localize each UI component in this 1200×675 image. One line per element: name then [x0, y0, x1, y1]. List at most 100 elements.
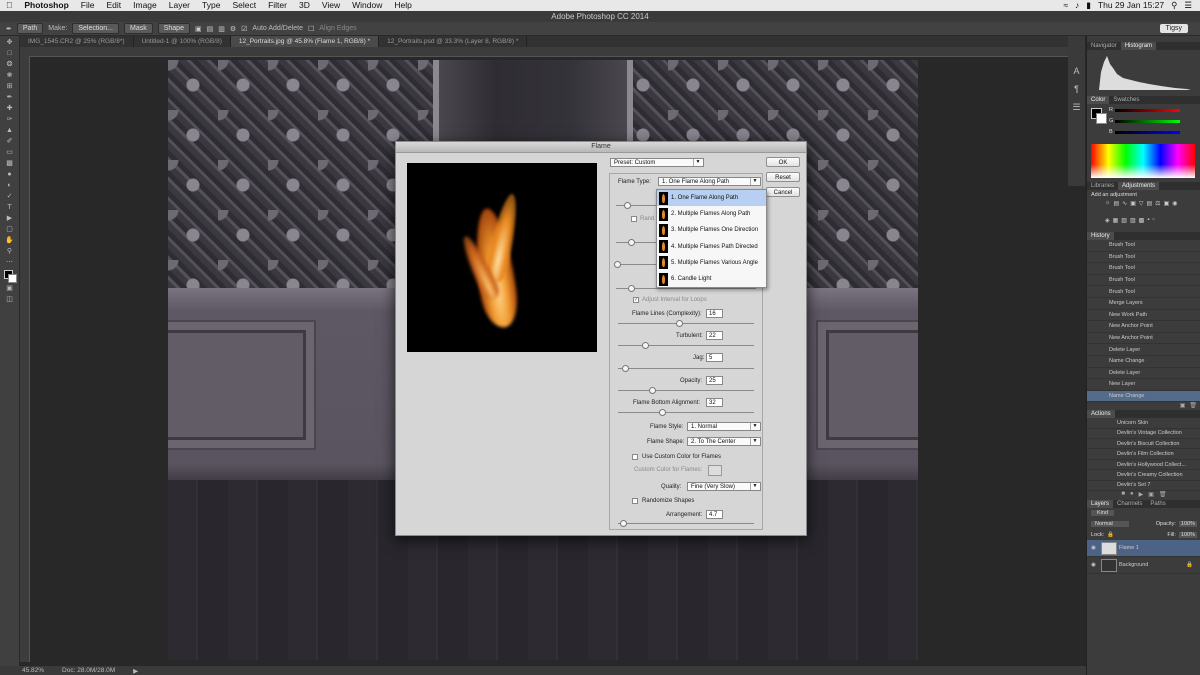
jag-field[interactable]: 5: [706, 353, 723, 362]
search-icon[interactable]: ⚲: [1171, 0, 1177, 11]
quality-select[interactable]: Fine (Very Slow) ▼: [687, 482, 761, 491]
clone-stamp-tool-icon[interactable]: ▲: [4, 127, 15, 135]
history-item[interactable]: Brush Tool: [1087, 240, 1200, 252]
tab-libraries[interactable]: Libraries: [1087, 182, 1118, 190]
align-edges-checkbox[interactable]: ☐: [308, 25, 314, 33]
slider-thumb[interactable]: [628, 285, 635, 292]
tab-histogram[interactable]: Histogram: [1120, 42, 1157, 50]
opacity-slider[interactable]: [618, 387, 754, 394]
tab-history[interactable]: History: [1087, 232, 1114, 240]
blend-mode-select[interactable]: Normal: [1091, 520, 1129, 527]
tab-navigator[interactable]: Navigator: [1087, 42, 1121, 50]
clock[interactable]: Thu 29 Jan 15:27: [1098, 0, 1164, 11]
channel-mixer-icon[interactable]: ◈: [1105, 217, 1110, 231]
custom-color-swatch[interactable]: [708, 465, 722, 476]
move-tool-icon[interactable]: ✥: [4, 39, 15, 47]
color-spectrum[interactable]: [1091, 144, 1195, 178]
history-brush-tool-icon[interactable]: ✐: [4, 138, 15, 146]
preset-select[interactable]: Preset: Custom ▼: [610, 158, 704, 167]
flame-shape-select[interactable]: 2. To The Center ▼: [687, 437, 761, 446]
pen-tool-icon[interactable]: ✒: [6, 25, 12, 33]
bottom-alignment-slider-thumb[interactable]: [658, 409, 666, 416]
make-selection-button[interactable]: Selection...: [72, 23, 119, 34]
marquee-tool-icon[interactable]: □: [4, 50, 15, 58]
history-item[interactable]: Brush Tool: [1087, 275, 1200, 287]
lasso-tool-icon[interactable]: ❂: [4, 61, 15, 69]
kind-filter-select[interactable]: Kind: [1091, 510, 1115, 517]
status-arrow-icon[interactable]: ▶: [133, 667, 138, 675]
color-balance-icon[interactable]: ⚖: [1155, 200, 1160, 214]
doc-tab[interactable]: IMG_1545.CR2 @ 25% (RGB/8*): [20, 36, 134, 47]
doc-tab-active[interactable]: 12_Portraits.jpg @ 45.8% (Flame 1, RGB/8…: [230, 36, 380, 47]
menu-layer[interactable]: Layer: [163, 0, 196, 11]
history-item[interactable]: Delete Layer: [1087, 368, 1200, 380]
history-item[interactable]: Brush Tool: [1087, 286, 1200, 298]
layer-row-background[interactable]: ◉ Background 🔒: [1087, 557, 1200, 575]
menu-view[interactable]: View: [316, 0, 346, 11]
color-lookup-icon[interactable]: ▦: [1113, 217, 1119, 231]
flame-type-option[interactable]: 6. Candle Light: [657, 271, 766, 287]
menu-file[interactable]: File: [75, 0, 101, 11]
tab-adjustments[interactable]: Adjustments: [1118, 182, 1160, 190]
auto-add-delete-checkbox[interactable]: ☑: [241, 25, 247, 33]
apple-icon[interactable]: : [0, 0, 18, 11]
crop-tool-icon[interactable]: ⊞: [4, 83, 15, 91]
slider-thumb[interactable]: [624, 202, 631, 209]
history-item[interactable]: Brush Tool: [1087, 252, 1200, 264]
flame-type-option[interactable]: 5. Multiple Flames Various Angle: [657, 255, 766, 271]
slider-thumb[interactable]: [628, 239, 635, 246]
hidden-slider[interactable]: [616, 202, 656, 209]
dodge-tool-icon[interactable]: ◐: [4, 182, 15, 190]
doc-tab[interactable]: Untitled-1 @ 100% (RGB/8): [134, 36, 231, 47]
hue-saturation-icon[interactable]: ▤: [1147, 200, 1153, 214]
adjust-interval-checkbox[interactable]: ✓: [633, 297, 639, 303]
path-arrangement-icon[interactable]: ▥: [218, 25, 225, 33]
paragraph-panel-icon[interactable]: ¶: [1068, 84, 1085, 94]
doc-tab[interactable]: 12_Portraits.psd @ 33.3% (Layer 8, RGB/8…: [379, 36, 528, 47]
flame-type-option[interactable]: 4. Multiple Flames Path Directed: [657, 239, 766, 255]
ok-button[interactable]: OK: [766, 157, 800, 167]
arrangement-field[interactable]: 4.7: [706, 510, 723, 519]
zoom-level[interactable]: 45.82%: [22, 667, 44, 674]
flame-type-option[interactable]: 3. Multiple Flames One Direction: [657, 222, 766, 238]
action-set[interactable]: Devlin's Biscuit Collection: [1087, 439, 1200, 450]
history-item[interactable]: New Work Path: [1087, 310, 1200, 322]
path-mode-select[interactable]: Path: [16, 23, 44, 34]
new-set-icon[interactable]: ▣: [1148, 491, 1154, 500]
eye-icon[interactable]: ◉: [1091, 545, 1096, 551]
healing-tool-icon[interactable]: ✚: [4, 105, 15, 113]
history-item[interactable]: New Layer: [1087, 379, 1200, 391]
threshold-icon[interactable]: ▩: [1139, 217, 1145, 231]
properties-panel-icon[interactable]: ☰: [1068, 102, 1085, 113]
menu-help[interactable]: Help: [388, 0, 417, 11]
reset-button[interactable]: Reset: [766, 172, 800, 182]
history-item[interactable]: Brush Tool: [1087, 263, 1200, 275]
play-icon[interactable]: ▶: [1139, 491, 1144, 500]
posterize-icon[interactable]: ▨: [1130, 217, 1136, 231]
path-select-tool-icon[interactable]: ▶: [4, 215, 15, 223]
selective-color-icon[interactable]: ▫: [1152, 217, 1154, 231]
wifi-icon[interactable]: ≈: [1063, 0, 1068, 11]
jag-slider[interactable]: [618, 365, 754, 372]
history-item[interactable]: Name Change: [1087, 356, 1200, 368]
layer-name[interactable]: Background: [1119, 562, 1148, 568]
new-snapshot-icon[interactable]: ▣: [1180, 402, 1186, 410]
flame-lines-slider[interactable]: [618, 320, 754, 327]
type-tool-icon[interactable]: T: [4, 204, 15, 212]
workspace-select[interactable]: Tigsy: [1159, 24, 1188, 33]
menu-filter[interactable]: Filter: [262, 0, 293, 11]
brightness-icon[interactable]: ☼: [1105, 200, 1111, 214]
volume-icon[interactable]: ♪: [1075, 0, 1079, 11]
photo-filter-icon[interactable]: ◉: [1172, 200, 1177, 214]
randomize-checkbox[interactable]: [631, 216, 637, 222]
arrangement-slider[interactable]: [618, 520, 754, 527]
black-white-icon[interactable]: ▣: [1164, 200, 1170, 214]
tab-layers[interactable]: Layers: [1087, 500, 1114, 509]
blur-tool-icon[interactable]: ●: [4, 171, 15, 179]
menu-select[interactable]: Select: [226, 0, 262, 11]
invert-icon[interactable]: ▧: [1121, 217, 1127, 231]
opacity-field[interactable]: 25: [706, 376, 723, 385]
flame-type-option[interactable]: 1. One Flame Along Path: [657, 190, 766, 207]
action-set[interactable]: Devlin's Creamy Collection: [1087, 470, 1200, 481]
tab-color[interactable]: Color: [1087, 96, 1110, 104]
